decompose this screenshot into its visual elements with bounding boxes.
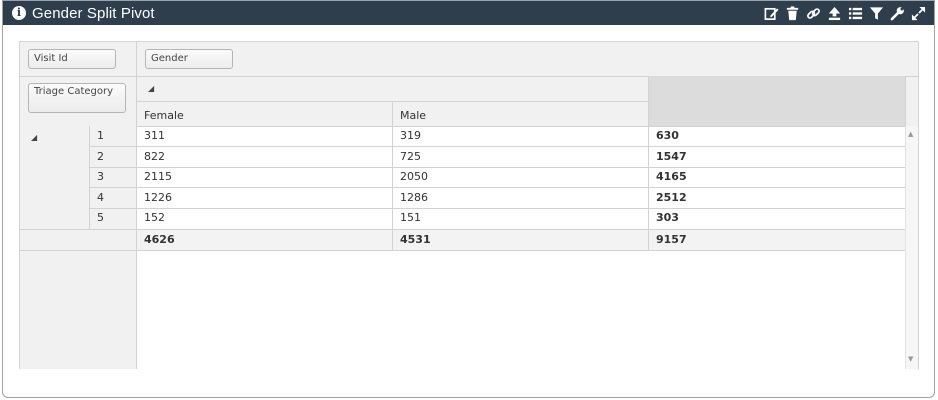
column-header-male: Male xyxy=(400,109,427,122)
list-icon[interactable] xyxy=(847,5,863,21)
data-cell-male: 1286 xyxy=(400,191,428,204)
filter-field-visit-id[interactable]: Visit Id xyxy=(28,49,116,69)
pivot-grid: Visit Id Gender Triage Category ◢ Female… xyxy=(19,41,919,369)
collapse-columns-toggle[interactable]: ◢ xyxy=(148,84,154,93)
grand-total-male: 4531 xyxy=(400,233,431,246)
widget-title-bar: i Gender Split Pivot xyxy=(3,1,934,25)
data-cell-female: 311 xyxy=(144,129,165,142)
widget-toolbar xyxy=(763,5,926,21)
row-divider xyxy=(89,167,136,168)
pivot-widget: i Gender Split Pivot Visit Id Gender Tri… xyxy=(2,0,935,398)
info-icon[interactable]: i xyxy=(12,6,26,20)
grand-total-column-header xyxy=(649,76,905,126)
row-total-cell: 4165 xyxy=(656,170,687,183)
data-cell-female: 822 xyxy=(144,150,165,163)
data-cell-male: 2050 xyxy=(400,170,428,183)
scroll-up-icon[interactable]: ▲ xyxy=(908,130,913,138)
grand-total-female: 4626 xyxy=(144,233,175,246)
vertical-scrollbar[interactable] xyxy=(905,126,918,369)
data-cell-female: 2115 xyxy=(144,170,172,183)
data-cell-male: 725 xyxy=(400,150,421,163)
row-divider xyxy=(89,146,136,147)
row-label: 4 xyxy=(97,191,104,204)
data-cell-female: 152 xyxy=(144,211,165,224)
column-field-gender[interactable]: Gender xyxy=(145,49,233,69)
data-cell-male: 319 xyxy=(400,129,421,142)
row-divider xyxy=(89,187,136,188)
widget-title: Gender Split Pivot xyxy=(32,4,155,22)
scrollbar-header-separator xyxy=(905,76,906,126)
row-total-cell: 2512 xyxy=(656,191,687,204)
row-total-cell: 630 xyxy=(656,129,679,142)
row-label: 2 xyxy=(97,150,104,163)
row-label: 1 xyxy=(97,129,104,142)
row-total-cell: 1547 xyxy=(656,150,687,163)
link-icon[interactable] xyxy=(805,5,821,21)
upload-icon[interactable] xyxy=(826,5,842,21)
row-label: 3 xyxy=(97,170,104,183)
data-cell-female: 1226 xyxy=(144,191,172,204)
row-divider xyxy=(89,208,136,209)
column-header-female: Female xyxy=(144,109,184,122)
row-field-triage-category[interactable]: Triage Category xyxy=(28,83,126,113)
data-cell-male: 151 xyxy=(400,211,421,224)
edit-icon[interactable] xyxy=(763,5,779,21)
row-divider xyxy=(20,250,136,251)
collapse-rows-toggle[interactable]: ◢ xyxy=(31,133,37,142)
wrench-icon[interactable] xyxy=(889,5,905,21)
scroll-down-icon[interactable]: ▼ xyxy=(908,355,913,363)
expand-icon[interactable] xyxy=(910,5,926,21)
trash-icon[interactable] xyxy=(784,5,800,21)
row-total-cell: 303 xyxy=(656,211,679,224)
row-label: 5 xyxy=(97,211,104,224)
data-row-divider xyxy=(137,250,905,251)
row-divider xyxy=(20,229,136,230)
grand-total-overall: 9157 xyxy=(656,233,687,246)
filter-icon[interactable] xyxy=(868,5,884,21)
grand-total-separator xyxy=(648,76,649,126)
